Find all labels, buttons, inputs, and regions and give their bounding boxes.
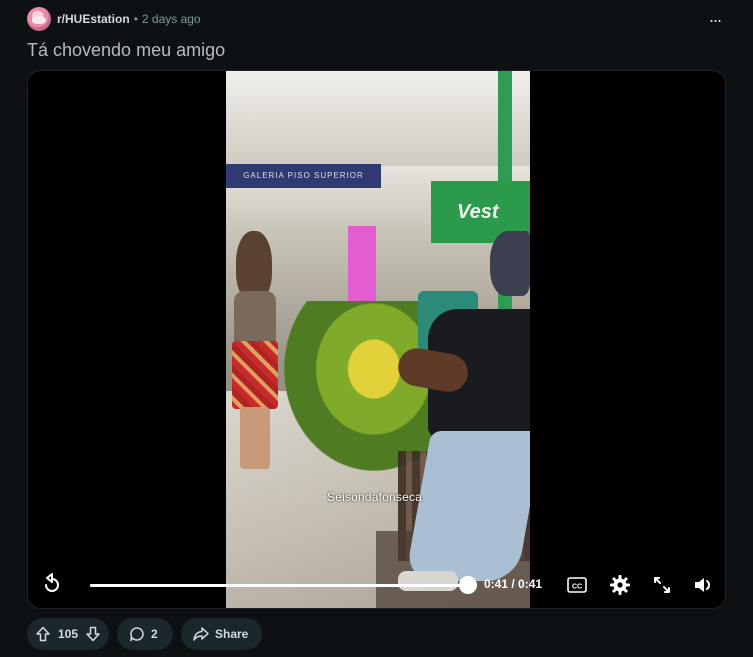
svg-text:CC: CC bbox=[572, 584, 582, 591]
man-head bbox=[490, 231, 530, 296]
replay-button[interactable] bbox=[40, 573, 64, 597]
man-figure bbox=[395, 231, 530, 608]
comment-count: 2 bbox=[151, 627, 158, 641]
downvote-icon bbox=[86, 626, 100, 642]
captions-button[interactable]: CC bbox=[566, 574, 590, 598]
gallery-sign: GALERIA PISO SUPERIOR bbox=[226, 164, 381, 188]
time-display: 0:41 / 0:41 bbox=[484, 577, 543, 591]
comments-button[interactable]: 2 bbox=[117, 618, 173, 650]
woman-skirt bbox=[232, 341, 278, 409]
subreddit-avatar[interactable] bbox=[27, 7, 51, 31]
post-time: 2 days ago bbox=[141, 12, 201, 26]
fullscreen-button[interactable] bbox=[650, 573, 674, 597]
subreddit-name[interactable]: r/HUEstation bbox=[57, 12, 130, 26]
volume-icon bbox=[695, 578, 710, 592]
volume-button[interactable] bbox=[691, 573, 715, 597]
ceiling bbox=[226, 71, 530, 166]
video-watermark: Seisondafonseca bbox=[327, 490, 423, 504]
separator-dot: • bbox=[133, 12, 138, 26]
post-actions: 105 2 Share bbox=[27, 618, 262, 650]
share-label: Share bbox=[215, 627, 249, 641]
man-jeans bbox=[404, 431, 530, 581]
downvote-button[interactable] bbox=[83, 624, 103, 644]
video-controls: 0:41 / 0:41 CC bbox=[28, 566, 725, 606]
post-header: r/HUEstation • 2 days ago ... bbox=[27, 6, 733, 32]
post-title[interactable]: Tá chovendo meu amigo bbox=[27, 40, 225, 61]
woman-legs bbox=[240, 407, 270, 469]
vote-bar: 105 bbox=[27, 618, 109, 650]
progress-thumb[interactable] bbox=[459, 576, 477, 594]
upvote-button[interactable] bbox=[33, 624, 53, 644]
replay-icon bbox=[45, 573, 59, 592]
vote-count: 105 bbox=[57, 627, 79, 641]
gear-icon bbox=[610, 575, 630, 595]
captions-icon: CC bbox=[567, 577, 587, 593]
progress-fill bbox=[90, 584, 468, 587]
more-options-button[interactable]: ... bbox=[705, 6, 725, 29]
woman-figure bbox=[228, 231, 286, 471]
share-icon bbox=[193, 627, 209, 641]
fullscreen-icon bbox=[654, 577, 670, 593]
progress-track[interactable] bbox=[90, 584, 468, 587]
more-icon: ... bbox=[708, 6, 722, 26]
video-frame[interactable]: GALERIA PISO SUPERIOR Vest bbox=[226, 71, 530, 608]
settings-button[interactable] bbox=[608, 573, 632, 597]
upvote-icon bbox=[36, 626, 50, 642]
share-button[interactable]: Share bbox=[181, 618, 262, 650]
comment-icon bbox=[130, 627, 144, 642]
video-player[interactable]: GALERIA PISO SUPERIOR Vest Seisondafonse… bbox=[27, 70, 726, 609]
